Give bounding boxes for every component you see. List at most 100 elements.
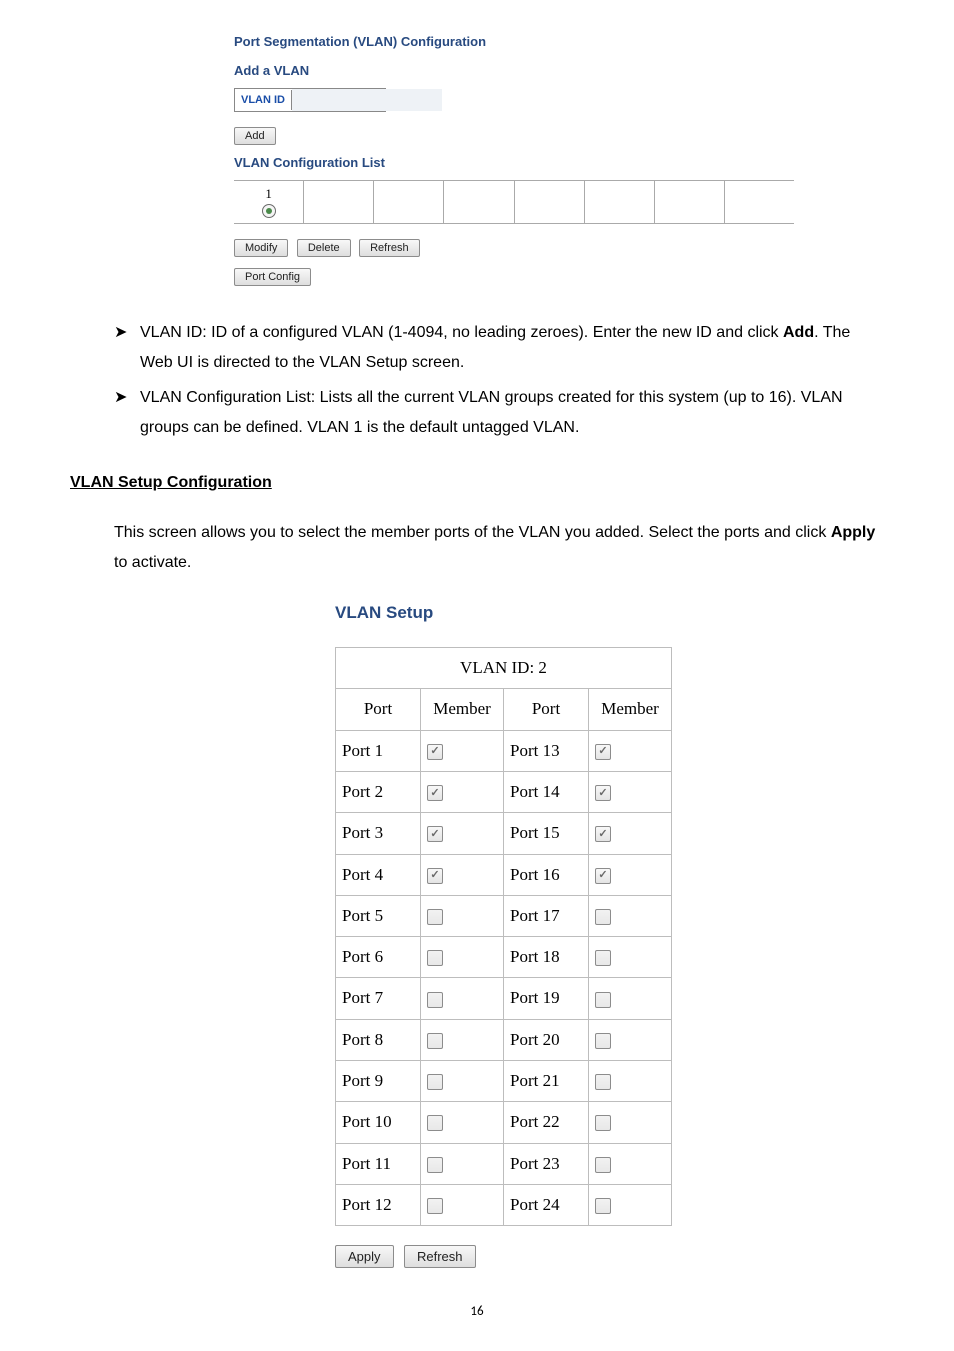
port-label: Port 13 <box>504 730 589 771</box>
checkbox-unchecked-icon[interactable] <box>595 992 611 1008</box>
table-row: Port 9 Port 21 <box>336 1061 672 1102</box>
setup-button-row: Apply Refresh <box>335 1242 884 1272</box>
member-cell <box>421 895 504 936</box>
member-cell <box>589 1061 672 1102</box>
port-label: Port 24 <box>504 1184 589 1225</box>
bullet-2: ➤ VLAN Configuration List: Lists all the… <box>114 383 884 444</box>
port-label: Port 18 <box>504 937 589 978</box>
member-cell <box>589 1184 672 1225</box>
port-label: Port 10 <box>336 1102 421 1143</box>
member-cell: ✓ <box>421 854 504 895</box>
member-cell: ✓ <box>421 730 504 771</box>
checkbox-unchecked-icon[interactable] <box>427 992 443 1008</box>
section-heading: VLAN Setup Configuration <box>70 468 884 498</box>
bullet-icon: ➤ <box>114 383 140 444</box>
port-label: Port 7 <box>336 978 421 1019</box>
hdr-member-right: Member <box>589 689 672 730</box>
vlan-list-entry <box>515 181 585 223</box>
member-cell <box>421 937 504 978</box>
checkbox-checked-icon[interactable]: ✓ <box>595 744 611 760</box>
member-cell: ✓ <box>589 813 672 854</box>
port-label: Port 9 <box>336 1061 421 1102</box>
checkbox-unchecked-icon[interactable] <box>595 950 611 966</box>
checkbox-unchecked-icon[interactable] <box>427 1198 443 1214</box>
checkbox-checked-icon[interactable]: ✓ <box>427 785 443 801</box>
port-config-button[interactable]: Port Config <box>234 268 311 286</box>
port-label: Port 20 <box>504 1019 589 1060</box>
page-number: 16 <box>0 1304 954 1319</box>
vlan-list-entry <box>585 181 655 223</box>
vlan-setup-title: VLAN Setup <box>335 597 884 629</box>
checkbox-unchecked-icon[interactable] <box>595 1198 611 1214</box>
member-cell: ✓ <box>421 813 504 854</box>
setup-para-b: to activate. <box>114 554 191 571</box>
checkbox-unchecked-icon[interactable] <box>595 1115 611 1131</box>
checkbox-unchecked-icon[interactable] <box>427 1074 443 1090</box>
table-row: Port 6Port 18 <box>336 937 672 978</box>
refresh-button[interactable]: Refresh <box>404 1245 476 1268</box>
port-label: Port 4 <box>336 854 421 895</box>
vlan-list-buttons: Modify Delete Refresh <box>234 238 884 257</box>
vlan-id-field-wrap: VLAN ID <box>234 88 386 112</box>
checkbox-unchecked-icon[interactable] <box>427 1033 443 1049</box>
table-row: Port 10 Port 22 <box>336 1102 672 1143</box>
member-cell <box>589 937 672 978</box>
add-button[interactable]: Add <box>234 127 276 145</box>
vlan-list-entry <box>374 181 444 223</box>
checkbox-checked-icon[interactable]: ✓ <box>595 826 611 842</box>
delete-button[interactable]: Delete <box>297 239 351 257</box>
member-cell <box>589 895 672 936</box>
apply-button[interactable]: Apply <box>335 1245 394 1268</box>
table-row: Port 4✓Port 16✓ <box>336 854 672 895</box>
checkbox-unchecked-icon[interactable] <box>427 1115 443 1131</box>
checkbox-unchecked-icon[interactable] <box>595 1033 611 1049</box>
member-cell: ✓ <box>589 854 672 895</box>
setup-para-a: This screen allows you to select the mem… <box>114 524 831 541</box>
checkbox-checked-icon[interactable]: ✓ <box>427 868 443 884</box>
checkbox-unchecked-icon[interactable] <box>427 1157 443 1173</box>
vlan-id-label: VLAN ID <box>235 90 292 110</box>
checkbox-unchecked-icon[interactable] <box>427 950 443 966</box>
table-row: Port 2 ✓ Port 14 ✓ <box>336 771 672 812</box>
radio-icon[interactable] <box>262 204 276 218</box>
checkbox-unchecked-icon[interactable] <box>595 909 611 925</box>
refresh-button[interactable]: Refresh <box>359 239 420 257</box>
member-cell <box>589 1143 672 1184</box>
port-label: Port 22 <box>504 1102 589 1143</box>
port-label: Port 3 <box>336 813 421 854</box>
port-label: Port 23 <box>504 1143 589 1184</box>
table-row: Port 3✓Port 15✓ <box>336 813 672 854</box>
checkbox-checked-icon[interactable]: ✓ <box>595 785 611 801</box>
panel-title: Port Segmentation (VLAN) Configuration <box>234 34 884 49</box>
port-label: Port 17 <box>504 895 589 936</box>
checkbox-unchecked-icon[interactable] <box>595 1074 611 1090</box>
checkbox-checked-icon[interactable]: ✓ <box>427 826 443 842</box>
port-label: Port 14 <box>504 771 589 812</box>
checkbox-checked-icon[interactable]: ✓ <box>595 868 611 884</box>
port-label: Port 1 <box>336 730 421 771</box>
member-cell <box>421 1143 504 1184</box>
member-cell <box>421 978 504 1019</box>
vlan-config-panel: Port Segmentation (VLAN) Configuration A… <box>234 34 884 286</box>
bullet-list: ➤ VLAN ID: ID of a configured VLAN (1-40… <box>114 318 884 444</box>
checkbox-unchecked-icon[interactable] <box>595 1157 611 1173</box>
port-label: Port 11 <box>336 1143 421 1184</box>
bullet-1: ➤ VLAN ID: ID of a configured VLAN (1-40… <box>114 318 884 379</box>
table-row: Port 7 Port 19 <box>336 978 672 1019</box>
table-row: Port 5 Port 17 <box>336 895 672 936</box>
vlan-setup-table: VLAN ID: 2 Port Member Port Member Port … <box>335 647 672 1226</box>
port-label: Port 2 <box>336 771 421 812</box>
port-label: Port 21 <box>504 1061 589 1102</box>
member-cell: ✓ <box>589 730 672 771</box>
port-label: Port 19 <box>504 978 589 1019</box>
member-cell <box>589 1102 672 1143</box>
checkbox-checked-icon[interactable]: ✓ <box>427 744 443 760</box>
modify-button[interactable]: Modify <box>234 239 288 257</box>
port-label: Port 5 <box>336 895 421 936</box>
vlan-list-heading: VLAN Configuration List <box>234 155 884 170</box>
hdr-port-right: Port <box>504 689 589 730</box>
checkbox-unchecked-icon[interactable] <box>427 909 443 925</box>
vlan-list-entry-1[interactable]: 1 <box>234 181 304 223</box>
member-cell <box>589 1019 672 1060</box>
vlan-id-input[interactable] <box>292 89 442 111</box>
